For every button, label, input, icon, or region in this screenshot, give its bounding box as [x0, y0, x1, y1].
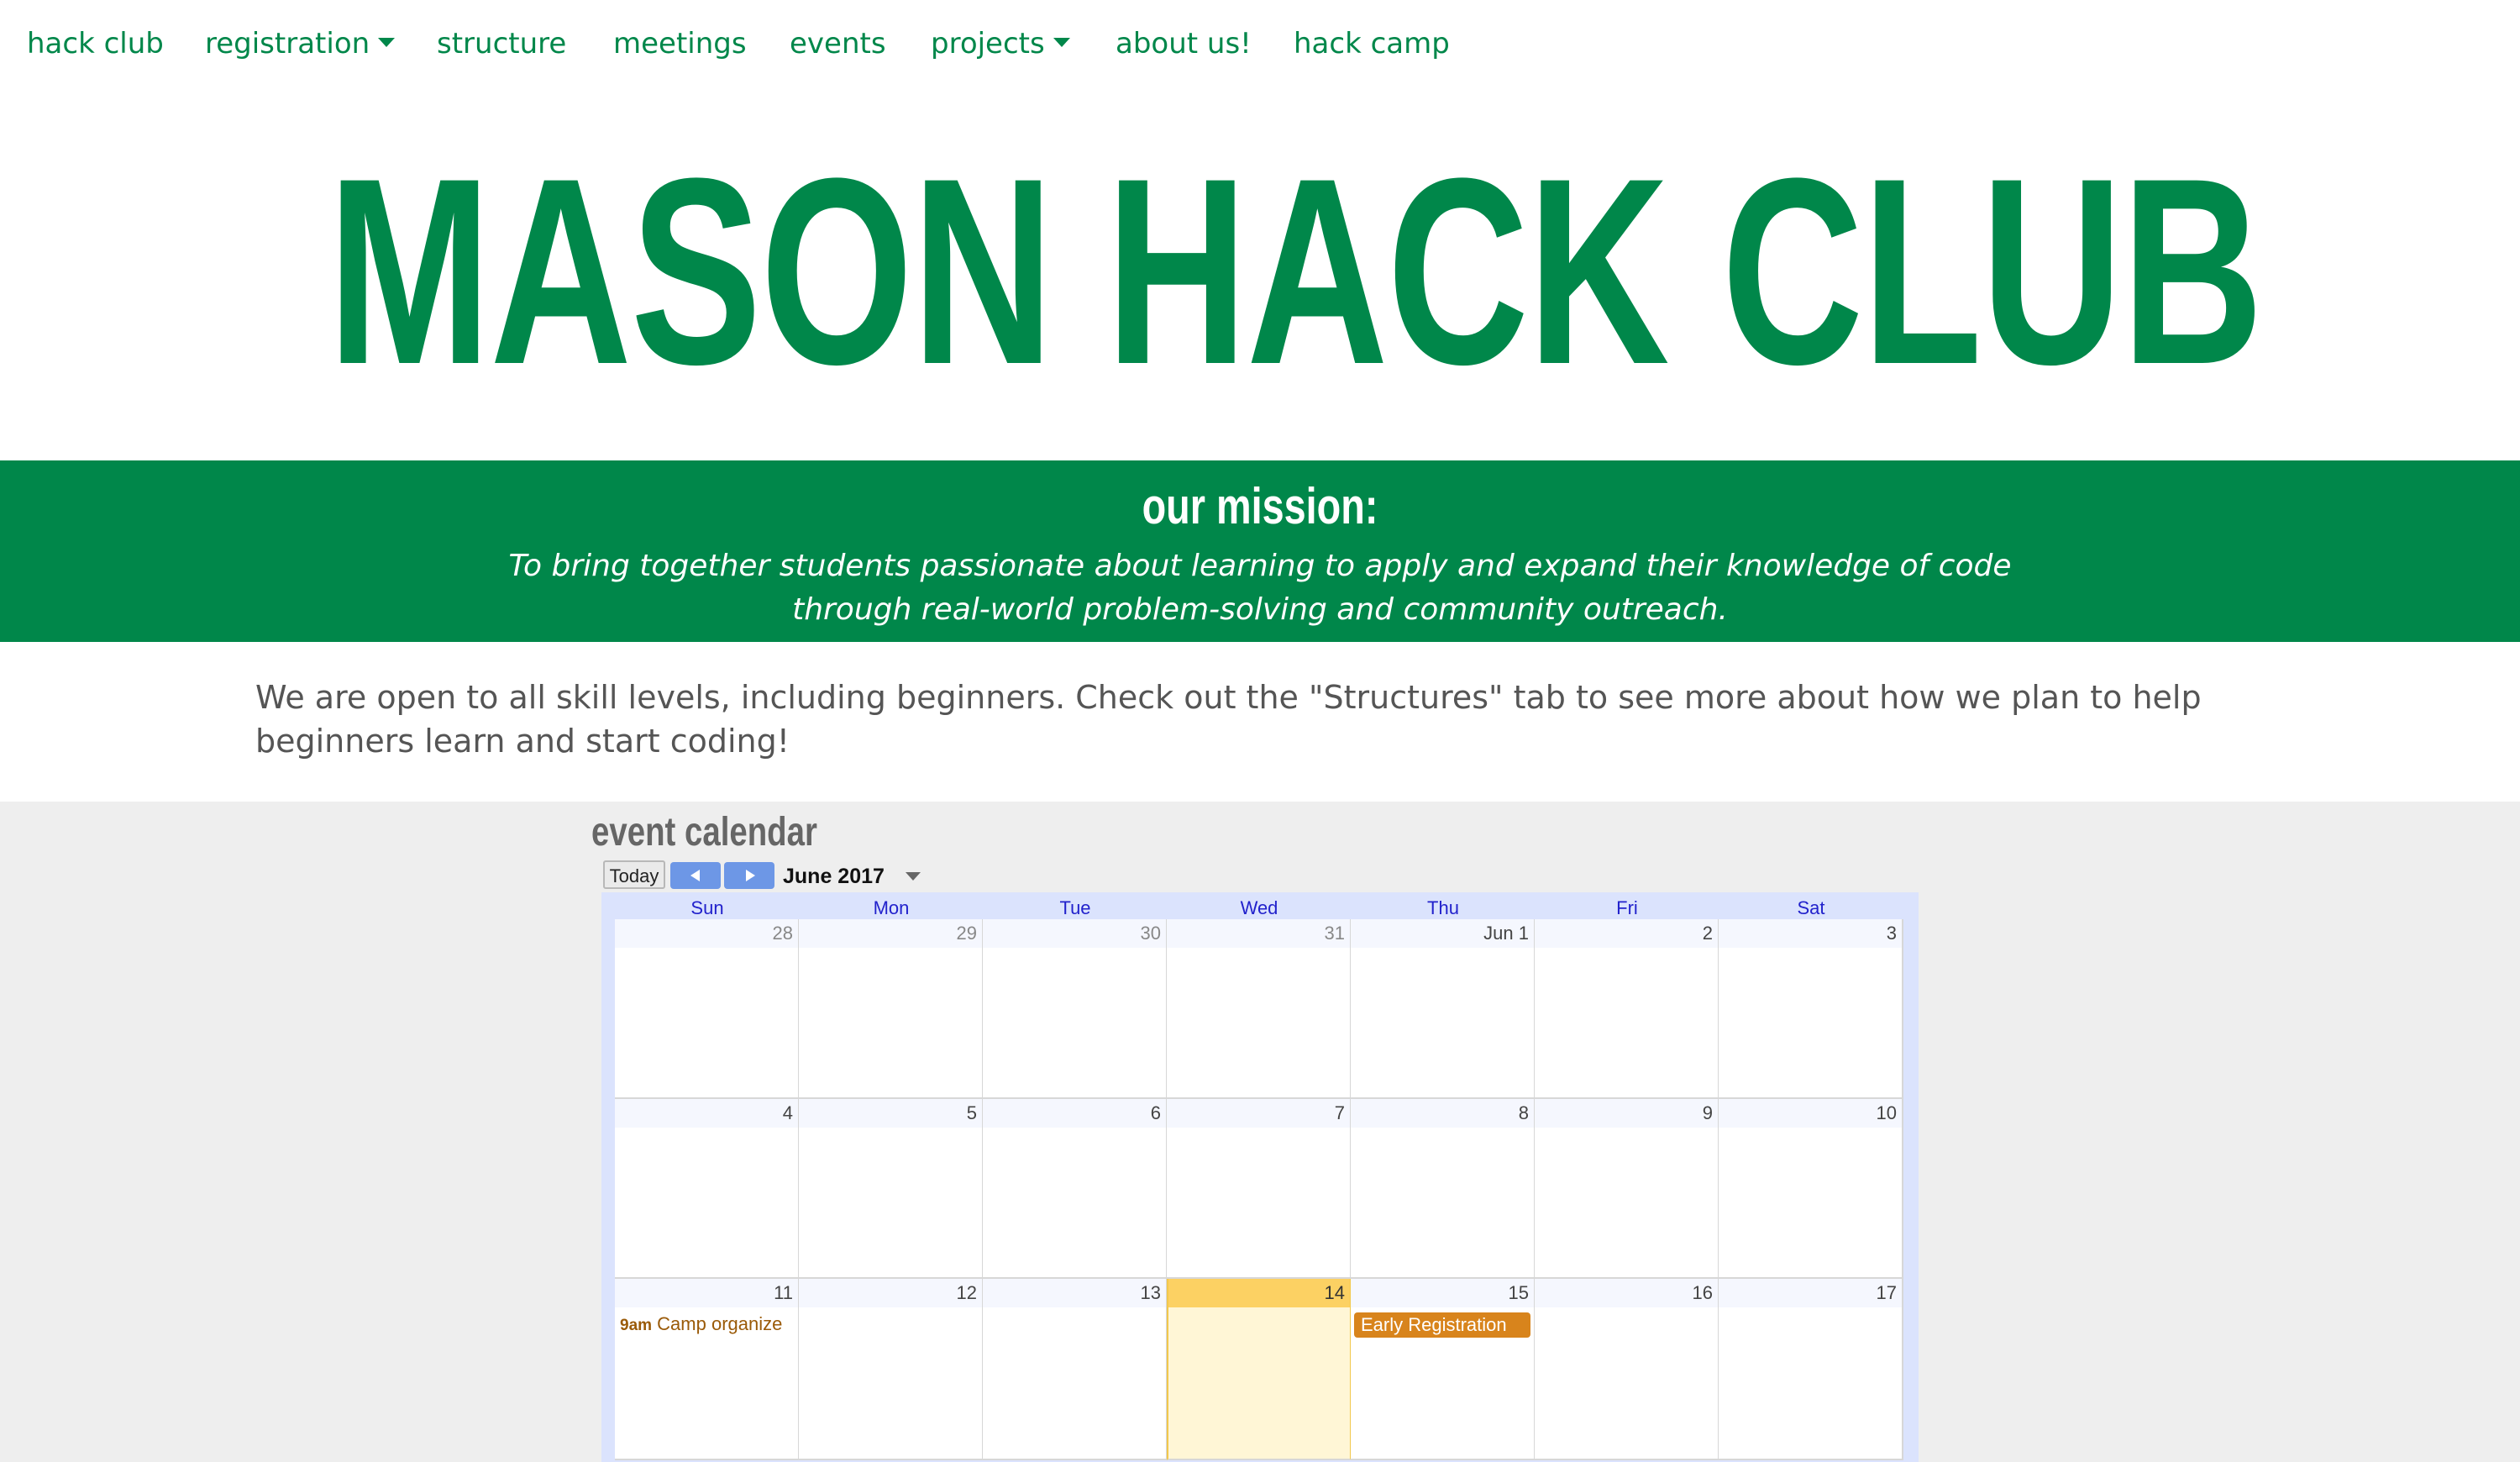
- day-number: 5: [799, 1099, 982, 1128]
- day-number: Jun 1: [1351, 919, 1534, 948]
- weekday-header: Wed: [1240, 897, 1278, 918]
- day-number: 17: [1719, 1279, 1902, 1307]
- nav-label: structure: [437, 27, 567, 60]
- calendar-day-cell[interactable]: 13: [983, 1279, 1168, 1460]
- chevron-left-icon: [690, 870, 700, 881]
- nav-item-hack-camp[interactable]: hack camp: [1294, 20, 1450, 67]
- day-number: 13: [983, 1279, 1166, 1307]
- nav-item-hack-club[interactable]: hack club: [27, 20, 164, 67]
- previous-month-button[interactable]: [670, 862, 721, 889]
- day-number: 14: [1168, 1279, 1350, 1307]
- nav-item-events[interactable]: events: [790, 20, 886, 67]
- mission-heading: our mission:: [1142, 478, 1378, 534]
- nav-label: registration: [205, 27, 370, 60]
- calendar-day-cell[interactable]: 8: [1351, 1099, 1536, 1279]
- day-number: 3: [1719, 919, 1902, 948]
- day-number: 16: [1535, 1279, 1718, 1307]
- calendar-day-cell[interactable]: 16: [1535, 1279, 1719, 1460]
- calendar-day-cell[interactable]: 5: [799, 1099, 984, 1279]
- day-number: 10: [1719, 1099, 1902, 1128]
- calendar-day-cell[interactable]: Jun 1: [1351, 919, 1536, 1099]
- calendar-day-cell[interactable]: 30: [983, 919, 1168, 1099]
- nav-item-projects[interactable]: projects: [931, 20, 1070, 67]
- nav-label: events: [790, 27, 886, 60]
- weekday-header: Sun: [690, 897, 724, 918]
- nav-label: hack club: [27, 27, 164, 60]
- nav-label: hack camp: [1294, 27, 1450, 60]
- weekday-header: Fri: [1616, 897, 1638, 918]
- nav-label: meetings: [613, 27, 747, 60]
- calendar-day-cell[interactable]: 17: [1719, 1279, 1903, 1460]
- day-number: 4: [615, 1099, 798, 1128]
- calendar-day-cell[interactable]: 14: [1167, 1279, 1352, 1460]
- nav-item-registration[interactable]: registration: [205, 20, 396, 67]
- intro-paragraph: We are open to all skill levels, includi…: [255, 679, 2202, 760]
- today-button[interactable]: Today: [603, 860, 665, 889]
- event-title: Camp organize: [657, 1313, 783, 1334]
- weekday-header: Sat: [1797, 897, 1825, 918]
- day-number: 31: [1167, 919, 1350, 948]
- calendar-day-cell[interactable]: 10: [1719, 1099, 1903, 1279]
- mission-banner: our mission: To bring together students …: [0, 460, 2520, 642]
- nav-item-about-us[interactable]: about us!: [1116, 20, 1252, 67]
- calendar-day-cell[interactable]: 28: [615, 919, 800, 1099]
- weekday-header: Mon: [873, 897, 910, 918]
- weekday-header: Tue: [1059, 897, 1091, 918]
- day-number: 12: [799, 1279, 982, 1307]
- site-title: MASON HACK CLUB: [328, 123, 2264, 419]
- calendar-day-cell[interactable]: 6: [983, 1099, 1168, 1279]
- nav-item-meetings[interactable]: meetings: [613, 20, 747, 67]
- calendar-day-cell[interactable]: 7: [1167, 1099, 1352, 1279]
- nav-label: about us!: [1116, 27, 1252, 60]
- calendar-day-cell[interactable]: 12: [799, 1279, 984, 1460]
- calendar-day-cell[interactable]: 15 Early Registration: [1351, 1279, 1536, 1460]
- chevron-right-icon: [746, 870, 755, 881]
- calendar-day-cell[interactable]: 3: [1719, 919, 1903, 1099]
- calendar-event-chip[interactable]: Early Registration: [1354, 1312, 1530, 1338]
- calendar-day-cell[interactable]: 9: [1535, 1099, 1719, 1279]
- caret-down-icon: [378, 38, 396, 47]
- day-number: 7: [1167, 1099, 1350, 1128]
- current-month-label: June 2017: [783, 865, 885, 888]
- nav-item-structure[interactable]: structure: [437, 20, 566, 67]
- calendar-day-cell[interactable]: 31: [1167, 919, 1352, 1099]
- day-number: 30: [983, 919, 1166, 948]
- caret-down-icon: [1053, 38, 1070, 47]
- chevron-down-icon[interactable]: [906, 872, 921, 881]
- mission-statement: To bring together students passionate ab…: [508, 549, 2012, 627]
- weekday-header: Thu: [1427, 897, 1459, 918]
- day-number: 2: [1535, 919, 1718, 948]
- calendar-heading: event calendar: [591, 810, 817, 855]
- event-time: 9am: [620, 1317, 653, 1334]
- calendar-day-cell[interactable]: 4: [615, 1099, 800, 1279]
- day-number: 28: [615, 919, 798, 948]
- nav-label: projects: [931, 27, 1045, 60]
- day-number: 8: [1351, 1099, 1534, 1128]
- calendar-day-cell[interactable]: 29: [799, 919, 984, 1099]
- next-month-button[interactable]: [724, 862, 774, 889]
- day-number: 15: [1351, 1279, 1534, 1307]
- top-navigation: hack club registration structure meeting…: [0, 0, 2520, 87]
- day-number: 9: [1535, 1099, 1718, 1128]
- calendar-day-cell[interactable]: 2: [1535, 919, 1719, 1099]
- day-number: 11: [615, 1279, 798, 1307]
- calendar-event[interactable]: 9am Camp organize: [620, 1312, 798, 1338]
- calendar-day-cell[interactable]: 11 9am Camp organize: [615, 1279, 800, 1460]
- day-number: 29: [799, 919, 982, 948]
- day-number: 6: [983, 1099, 1166, 1128]
